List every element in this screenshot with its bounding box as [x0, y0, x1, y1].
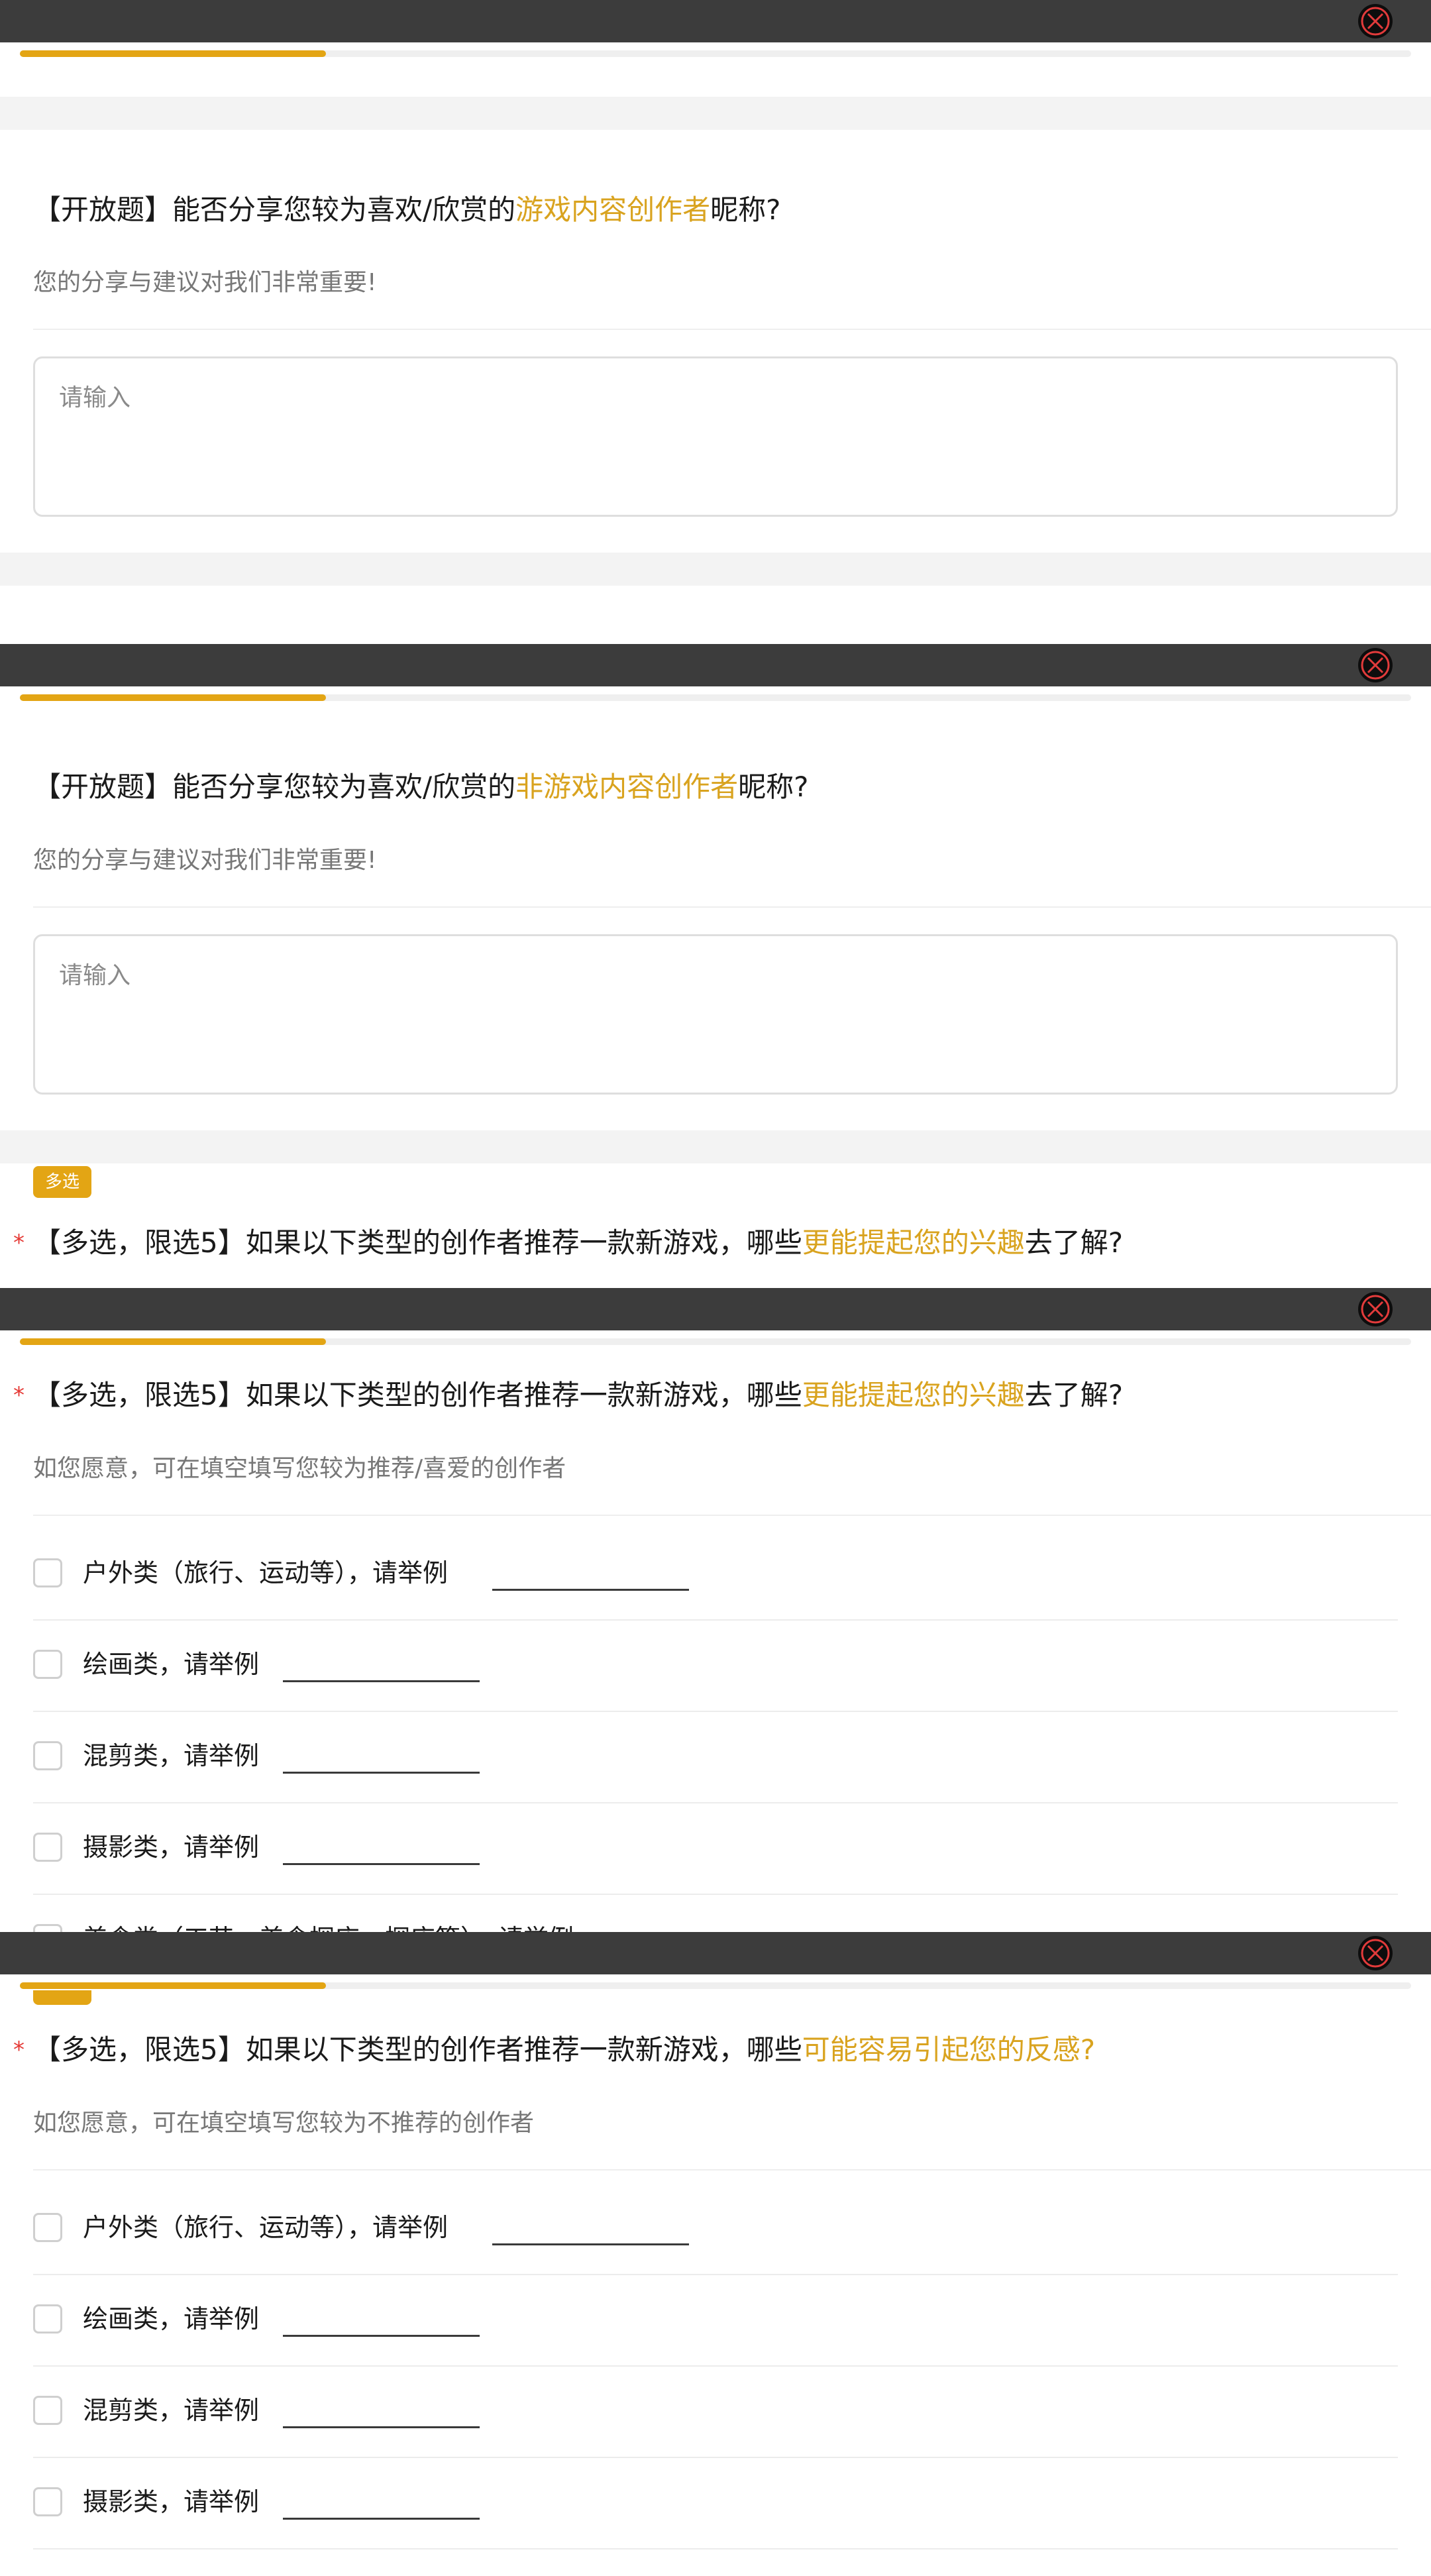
option-label: 摄影类，请举例 — [83, 2487, 260, 2516]
fill-in-blank[interactable] — [283, 1863, 480, 1865]
fill-in-blank[interactable] — [283, 1680, 480, 1682]
question-subtitle: 如您愿意，可在填空填写您较为不推荐的创作者 — [33, 2110, 535, 2137]
checkbox-icon[interactable] — [33, 2304, 62, 2334]
question-highlight: 更能提起您的兴趣 — [802, 1226, 1025, 1259]
option-label: 摄影类，请举例 — [83, 1833, 260, 1862]
option-label: 混剪类，请举例 — [83, 2396, 260, 2425]
divider — [33, 1515, 1431, 1516]
top-bar — [0, 0, 1431, 42]
checkbox-icon[interactable] — [33, 2213, 62, 2242]
close-button[interactable] — [1358, 1292, 1393, 1326]
option-row[interactable]: 绘画类，请举例 — [33, 2275, 1398, 2367]
checkbox-icon[interactable] — [33, 1924, 62, 1932]
checkbox-icon[interactable] — [33, 2487, 62, 2516]
option-label: 户外类（旅行、运动等），请举例 — [83, 2213, 449, 2242]
close-button[interactable] — [1358, 1936, 1393, 1970]
fill-in-blank[interactable] — [283, 2335, 480, 2337]
checkbox-icon[interactable] — [33, 1833, 62, 1862]
top-bar — [0, 644, 1431, 686]
checkbox-icon[interactable] — [33, 1558, 62, 1587]
progress-bar — [20, 1338, 1411, 1345]
progress-fill — [20, 50, 326, 57]
top-bar — [0, 1288, 1431, 1330]
multi-select-badge: 多选 — [33, 1166, 91, 1198]
option-label: 绘画类，请举例 — [83, 1650, 260, 1679]
close-button[interactable] — [1358, 648, 1393, 682]
close-x-icon — [1361, 1939, 1390, 1968]
progress-fill — [20, 1982, 326, 1989]
required-mark: * — [13, 1382, 25, 1409]
question-title: 【多选，限选5】如果以下类型的创作者推荐一款新游戏，哪些更能提起您的兴趣去了解? — [33, 1379, 1124, 1411]
option-row[interactable]: 摄影类，请举例 — [33, 1803, 1398, 1895]
question-title: 【开放题】能否分享您较为喜欢/欣赏的游戏内容创作者昵称? — [33, 193, 781, 226]
question-highlight: 非游戏内容创作者 — [515, 771, 739, 803]
question-subtitle: 您的分享与建议对我们非常重要! — [33, 847, 377, 874]
question-title: 【多选，限选5】如果以下类型的创作者推荐一款新游戏，哪些可能容易引起您的反感? — [33, 2033, 1096, 2066]
question-subtitle: 您的分享与建议对我们非常重要! — [33, 269, 377, 296]
close-x-icon — [1361, 7, 1390, 36]
question-title: 【多选，限选5】如果以下类型的创作者推荐一款新游戏，哪些更能提起您的兴趣去了解? — [33, 1226, 1124, 1259]
question-highlight: 更能提起您的兴趣 — [802, 1379, 1025, 1411]
checkbox-icon[interactable] — [33, 2396, 62, 2425]
section-divider — [0, 97, 1431, 130]
required-mark: * — [13, 1230, 25, 1256]
question-highlight: 可能容易引起您的反感? — [802, 2033, 1096, 2066]
divider — [33, 2169, 1431, 2171]
fill-in-blank[interactable] — [492, 1589, 689, 1591]
question-subtitle: 如您愿意，可在填空填写您较为推荐/喜爱的创作者 — [33, 1455, 566, 1482]
progress-fill — [20, 1338, 326, 1345]
option-row[interactable]: 混剪类，请举例 — [33, 2367, 1398, 2458]
option-row[interactable]: 户外类（旅行、运动等），请举例 — [33, 2184, 1398, 2275]
fill-in-blank[interactable] — [283, 2518, 480, 2520]
option-row-partial: 美食类（工艺、美食探店、探店等），请举例 — [0, 1895, 1431, 1932]
option-label: 美食类（工艺、美食探店、探店等），请举例 — [83, 1921, 574, 1932]
close-x-icon — [1361, 1295, 1390, 1324]
answer-input[interactable] — [35, 936, 1396, 1093]
option-label: 混剪类，请举例 — [83, 1741, 260, 1770]
section-divider — [0, 1130, 1431, 1163]
option-separator — [33, 2548, 1398, 2549]
progress-fill — [20, 694, 326, 701]
question-highlight: 游戏内容创作者 — [515, 193, 711, 226]
progress-bar — [20, 50, 1411, 57]
option-row[interactable]: 混剪类，请举例 — [33, 1712, 1398, 1803]
progress-bar — [20, 694, 1411, 701]
top-bar — [0, 1932, 1431, 1974]
close-x-icon — [1361, 651, 1390, 680]
option-row[interactable]: 美食类（工艺、美食探店、探店等），请举例 — [33, 1895, 1398, 1932]
question-title: 【开放题】能否分享您较为喜欢/欣赏的非游戏内容创作者昵称? — [33, 771, 809, 803]
fill-in-blank[interactable] — [492, 2243, 689, 2245]
option-label: 户外类（旅行、运动等），请举例 — [83, 1558, 449, 1587]
answer-box[interactable] — [33, 934, 1398, 1095]
checkbox-icon[interactable] — [33, 1741, 62, 1770]
required-mark: * — [13, 2037, 25, 2063]
section-divider — [0, 553, 1431, 586]
fill-in-blank[interactable] — [283, 2426, 480, 2428]
answer-input[interactable] — [35, 358, 1396, 515]
option-row[interactable]: 户外类（旅行、运动等），请举例 — [33, 1529, 1398, 1621]
fill-in-blank[interactable] — [283, 1772, 480, 1774]
divider — [33, 906, 1431, 908]
option-label: 绘画类，请举例 — [83, 2304, 260, 2334]
checkbox-icon[interactable] — [33, 1650, 62, 1679]
close-button[interactable] — [1358, 4, 1393, 38]
badge-partial — [33, 1990, 91, 2005]
progress-bar — [20, 1982, 1411, 1989]
divider — [33, 329, 1431, 330]
option-row[interactable]: 绘画类，请举例 — [33, 1621, 1398, 1712]
answer-box[interactable] — [33, 356, 1398, 517]
option-row[interactable]: 摄影类，请举例 — [33, 2458, 1398, 2549]
